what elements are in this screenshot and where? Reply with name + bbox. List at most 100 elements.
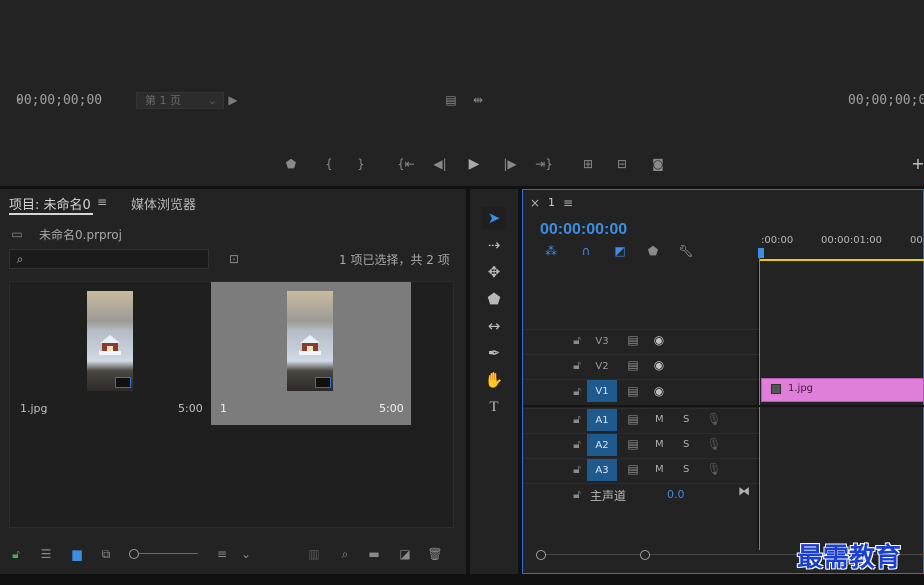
mute-button[interactable]: M: [655, 414, 664, 425]
tab-media-browser[interactable]: 媒体浏览器: [131, 194, 196, 213]
insert-icon[interactable]: ⊞: [578, 157, 598, 171]
fx-badge-icon: [771, 384, 781, 394]
timeline-timecode[interactable]: 00:00:00:00: [540, 221, 627, 239]
add-button-icon[interactable]: +: [911, 156, 924, 172]
step-forward-icon[interactable]: |▶: [502, 157, 518, 171]
icon-view-icon[interactable]: ▆: [70, 547, 84, 561]
microphone-icon[interactable]: 🎙︎: [706, 438, 721, 450]
automate-to-sequence-icon[interactable]: ▥: [306, 547, 322, 561]
track-label-v2[interactable]: V2: [587, 355, 617, 377]
scrollbar-handle-left[interactable]: [536, 550, 546, 560]
project-item-selected[interactable]: 1 5:00: [211, 282, 411, 425]
ripple-edit-tool-icon[interactable]: ✥: [482, 261, 506, 283]
lock-icon[interactable]: 🔓︎: [571, 438, 583, 450]
eye-icon[interactable]: ◉: [652, 385, 666, 397]
mark-out-icon[interactable]: }: [354, 157, 368, 171]
timeline-clip[interactable]: 1.jpg: [761, 378, 924, 402]
microphone-icon[interactable]: 🎙︎: [706, 463, 721, 475]
search-input[interactable]: ⌕: [9, 249, 209, 269]
freeform-view-icon[interactable]: ⧉: [96, 547, 116, 561]
go-to-edit-point-icon[interactable]: ⧓: [737, 485, 751, 497]
track-label-v1[interactable]: V1: [587, 380, 617, 402]
slip-tool-icon[interactable]: ↔: [482, 315, 506, 337]
sync-lock-icon[interactable]: ▤: [626, 413, 640, 425]
step-back-icon[interactable]: ◀|: [432, 157, 448, 171]
list-view-icon[interactable]: ☰: [38, 547, 54, 561]
go-to-out-icon[interactable]: ⇥}: [535, 157, 553, 171]
eye-icon[interactable]: ◉: [652, 359, 666, 371]
track-label-a2[interactable]: A2: [587, 434, 617, 456]
scrollbar-handle-right[interactable]: [640, 550, 650, 560]
mute-button[interactable]: M: [655, 439, 664, 450]
razor-tool-icon[interactable]: ⬟: [482, 288, 506, 310]
play-small-icon[interactable]: ▶: [228, 94, 238, 106]
playhead[interactable]: [759, 250, 760, 550]
panel-menu-icon[interactable]: ≡: [562, 197, 574, 209]
sort-icon[interactable]: ≡: [214, 547, 230, 561]
overwrite-icon[interactable]: ⊟: [612, 157, 632, 171]
panel-menu-icon[interactable]: ≡: [96, 196, 108, 208]
lock-icon[interactable]: 🔓︎: [571, 413, 583, 425]
track-v2: [523, 354, 759, 378]
solo-button[interactable]: S: [683, 439, 689, 450]
go-to-in-icon[interactable]: {⇤: [397, 157, 415, 171]
page-select-label: 第 1 页: [145, 94, 181, 107]
source-timecode[interactable]: 00;00;00;00: [16, 93, 102, 108]
program-timecode[interactable]: 00;00;00;00: [848, 93, 924, 108]
microphone-icon[interactable]: 🎙︎: [706, 413, 721, 425]
master-volume-value[interactable]: 0.0: [667, 488, 685, 501]
pen-tool-icon[interactable]: ✒: [482, 342, 506, 364]
lock-icon[interactable]: 🔓︎: [571, 463, 583, 475]
zoom-slider-handle[interactable]: [129, 549, 139, 559]
add-marker-icon[interactable]: ⬟: [646, 244, 660, 258]
settings-icon[interactable]: ⇹: [470, 93, 486, 107]
lock-icon[interactable]: 🔓︎: [9, 547, 23, 561]
solo-button[interactable]: S: [683, 414, 689, 425]
track-label-a1[interactable]: A1: [587, 409, 617, 431]
wrench-icon[interactable]: 🔧︎: [678, 244, 694, 258]
track-select-tool-icon[interactable]: ⇢: [482, 234, 506, 256]
hand-tool-icon[interactable]: ✋: [482, 369, 506, 391]
find-icon[interactable]: ⌕: [338, 547, 352, 561]
tab-project[interactable]: 项目: 未命名0: [9, 194, 91, 213]
sync-lock-icon[interactable]: ▤: [626, 463, 640, 475]
new-bin-icon[interactable]: ▬: [366, 547, 382, 561]
type-tool-icon[interactable]: T: [482, 396, 506, 418]
eye-icon[interactable]: ◉: [652, 334, 666, 346]
mark-in-icon[interactable]: {: [322, 157, 336, 171]
page-select[interactable]: 第 1 页 ⌄: [136, 92, 224, 109]
play-icon[interactable]: ▶: [466, 156, 482, 172]
lock-icon[interactable]: 🔓︎: [571, 359, 583, 371]
sync-lock-icon[interactable]: ▤: [626, 359, 640, 371]
sync-lock-icon[interactable]: ▤: [626, 438, 640, 450]
linked-selection-icon[interactable]: ◩: [612, 244, 628, 258]
sync-lock-icon[interactable]: ▤: [626, 385, 640, 397]
nest-sequence-icon[interactable]: ⁂: [543, 244, 559, 258]
solo-button[interactable]: S: [683, 464, 689, 475]
search-icon: ⌕: [16, 252, 24, 266]
export-frame-icon[interactable]: ▤: [444, 93, 458, 107]
mute-button[interactable]: M: [655, 464, 664, 475]
lock-icon[interactable]: 🔓︎: [571, 334, 583, 346]
chevron-down-icon[interactable]: ⌄: [240, 547, 252, 561]
project-item[interactable]: 1.jpg 5:00: [11, 282, 211, 425]
lock-icon[interactable]: 🔓︎: [571, 488, 583, 500]
lock-icon[interactable]: 🔓︎: [571, 385, 583, 397]
clip-badge-icon: [115, 377, 131, 388]
track-label-v3[interactable]: V3: [587, 330, 617, 352]
new-item-icon[interactable]: ◪: [398, 547, 412, 561]
track-a1: [523, 408, 759, 432]
work-area-bar[interactable]: [759, 259, 924, 261]
snap-icon[interactable]: ∩: [578, 244, 594, 258]
close-tab-icon[interactable]: ×: [530, 197, 540, 209]
camera-icon[interactable]: ◙: [650, 157, 666, 171]
track-label-a3[interactable]: A3: [587, 459, 617, 481]
trash-icon[interactable]: 🗑︎: [427, 547, 442, 561]
marker-icon[interactable]: ⬟: [284, 157, 298, 171]
master-track-label: 主声道: [590, 489, 627, 503]
find-bin-icon[interactable]: ⊡: [226, 252, 242, 266]
sync-lock-icon[interactable]: ▤: [626, 334, 640, 346]
timeline-tab[interactable]: 1: [548, 196, 555, 209]
zoom-slider-track[interactable]: [130, 553, 198, 554]
selection-tool-icon[interactable]: ➤: [482, 207, 506, 229]
